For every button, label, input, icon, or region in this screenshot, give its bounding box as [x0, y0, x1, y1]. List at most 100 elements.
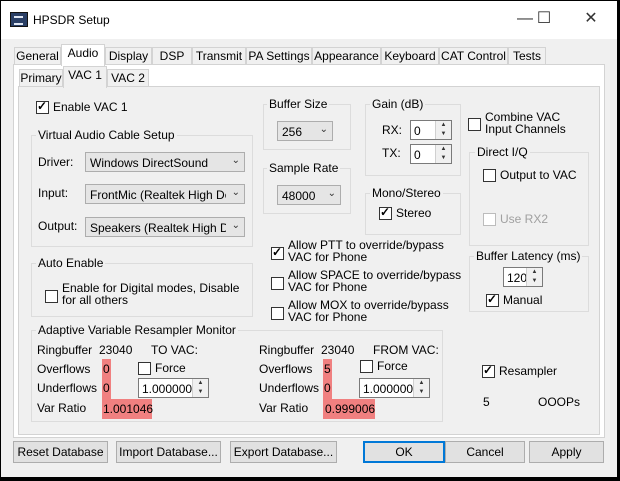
auto-enable-digital-checkbox[interactable] [45, 290, 58, 303]
close-button[interactable]: ✕ [568, 1, 614, 39]
vac-setup-legend: Virtual Audio Cable Setup [36, 128, 177, 142]
mox-override-line2: VAC for Phone [288, 310, 368, 324]
enable-vac1-label: Enable VAC 1 [53, 100, 128, 114]
stepper-down-icon: ▼ [197, 389, 204, 395]
to-vac-ringbuffer-label: Ringbuffer [37, 343, 93, 357]
to-vac-underflows-label: Underflows [37, 381, 98, 395]
gain-group [365, 104, 461, 176]
buffer-latency-stepper[interactable]: 120 ▲ ▼ [503, 267, 543, 287]
to-vac-ringbuffer-value: 23040 [99, 343, 133, 357]
stepper-up-icon: ▲ [440, 122, 447, 128]
from-vac-ringbuffer-label: Ringbuffer [259, 343, 315, 357]
sample-rate-legend: Sample Rate [267, 161, 341, 175]
output-to-vac-label: Output to VAC [500, 168, 577, 182]
enable-vac1-checkbox[interactable] [36, 99, 49, 114]
subtab-primary[interactable]: Primary [19, 69, 63, 87]
maximize-button[interactable]: ☐ [521, 1, 567, 39]
gain-rx-label: RX: [382, 123, 403, 137]
tab-pa-settings[interactable]: PA Settings [246, 47, 312, 65]
tab-display[interactable]: Display [105, 47, 152, 65]
mono-stereo-legend: Mono/Stereo [370, 186, 443, 200]
tab-dsp[interactable]: DSP [152, 47, 192, 65]
use-rx2-checkbox[interactable] [483, 213, 496, 226]
output-device-select[interactable]: Speakers (Realtek High Defi⌄ [85, 217, 245, 237]
ooops-label: OOOPs [538, 395, 581, 409]
from-vac-var-ratio-value: 0.999006 [325, 402, 376, 416]
from-vac-overflows-label: Overflows [259, 362, 313, 376]
output-to-vac-checkbox[interactable] [483, 169, 496, 182]
output-label: Output: [38, 219, 78, 233]
apply-button[interactable]: Apply [529, 441, 604, 463]
buffer-size-select[interactable]: 256 ⌄ [277, 121, 333, 141]
use-rx2-label: Use RX2 [500, 212, 549, 226]
auto-enable-label-line2: for all others [62, 293, 129, 307]
stepper-up-icon: ▲ [531, 269, 538, 275]
direct-iq-legend: Direct I/Q [475, 145, 530, 159]
to-vac-var-ratio-value: 1.001046 [103, 402, 154, 416]
from-vac-heading: FROM VAC: [373, 343, 439, 357]
manual-latency-label: Manual [503, 293, 543, 307]
manual-latency-checkbox[interactable] [486, 292, 499, 307]
stepper-up-icon: ▲ [418, 380, 425, 386]
stepper-down-icon: ▼ [418, 389, 425, 395]
stepper-up-icon: ▲ [440, 146, 447, 152]
export-database-button[interactable]: Export Database... [230, 441, 337, 463]
chevron-down-icon: ⌄ [231, 155, 240, 166]
driver-select[interactable]: Windows DirectSound ⌄ [85, 152, 245, 172]
ooops-count: 5 [483, 395, 490, 409]
stepper-down-icon: ▼ [531, 278, 538, 284]
space-override-checkbox[interactable] [271, 277, 284, 290]
ptt-override-checkbox[interactable] [271, 245, 284, 260]
from-vac-underflows-label: Underflows [259, 381, 320, 395]
sample-rate-select[interactable]: 48000 ⌄ [277, 185, 341, 205]
stereo-label: Stereo [396, 206, 432, 220]
subtab-vac1[interactable]: VAC 1 [63, 66, 107, 88]
to-vac-underflows-value: 0 [103, 381, 110, 395]
tab-keyboard[interactable]: Keyboard [381, 47, 439, 65]
from-vac-force-checkbox[interactable] [360, 360, 373, 373]
subtab-vac2[interactable]: VAC 2 [107, 69, 149, 87]
to-vac-force-checkbox[interactable] [138, 362, 151, 375]
from-vac-var-ratio-label: Var Ratio [259, 401, 309, 415]
from-vac-force-label: Force [377, 359, 408, 373]
tab-tests[interactable]: Tests [508, 47, 546, 65]
from-vac-ringbuffer-value: 23040 [321, 343, 355, 357]
resampler-checkbox[interactable] [482, 363, 495, 378]
tab-general[interactable]: General [14, 47, 61, 65]
resampler-monitor-legend: Adaptive Variable Resampler Monitor [36, 323, 238, 337]
reset-database-button[interactable]: Reset Database [13, 441, 108, 463]
tab-cat-control[interactable]: CAT Control [439, 47, 508, 65]
gain-tx-stepper[interactable]: 0 ▲ ▼ [410, 144, 452, 164]
tab-transmit[interactable]: Transmit [192, 47, 246, 65]
from-vac-force-stepper[interactable]: 1.000000 ▲ ▼ [359, 378, 430, 398]
to-vac-force-label: Force [155, 361, 186, 375]
title-bar: HPSDR Setup — ☐ ✕ [1, 1, 617, 39]
combine-vac-checkbox[interactable] [468, 118, 481, 131]
chevron-down-icon: ⌄ [319, 124, 328, 135]
ptt-override-line2: VAC for Phone [288, 250, 368, 264]
to-vac-var-ratio-label: Var Ratio [37, 401, 87, 415]
mox-override-checkbox[interactable] [271, 307, 284, 320]
cancel-button[interactable]: Cancel [445, 441, 525, 463]
input-label: Input: [38, 186, 69, 200]
to-vac-heading: TO VAC: [151, 343, 198, 357]
buffer-latency-legend: Buffer Latency (ms) [474, 249, 583, 263]
stepper-down-icon: ▼ [440, 131, 447, 137]
chevron-down-icon: ⌄ [327, 188, 336, 199]
to-vac-overflows-label: Overflows [37, 362, 91, 376]
to-vac-force-stepper[interactable]: 1.000000 ▲ ▼ [138, 378, 209, 398]
input-device-select[interactable]: FrontMic (Realtek High Defin⌄ [85, 184, 245, 204]
ok-button[interactable]: OK [363, 441, 445, 463]
stereo-checkbox[interactable] [379, 205, 392, 220]
gain-legend: Gain (dB) [370, 97, 426, 111]
import-database-button[interactable]: Import Database... [116, 441, 221, 463]
direct-iq-group [469, 152, 589, 246]
app-icon [10, 12, 28, 27]
gain-rx-stepper[interactable]: 0 ▲ ▼ [410, 120, 452, 140]
space-override-line2: VAC for Phone [288, 280, 368, 294]
tab-appearance[interactable]: Appearance [312, 47, 381, 65]
tab-audio[interactable]: Audio [61, 44, 105, 66]
buffer-size-legend: Buffer Size [267, 97, 330, 111]
combine-vac-label-line2: Input Channels [485, 122, 566, 136]
auto-enable-legend: Auto Enable [36, 256, 106, 270]
